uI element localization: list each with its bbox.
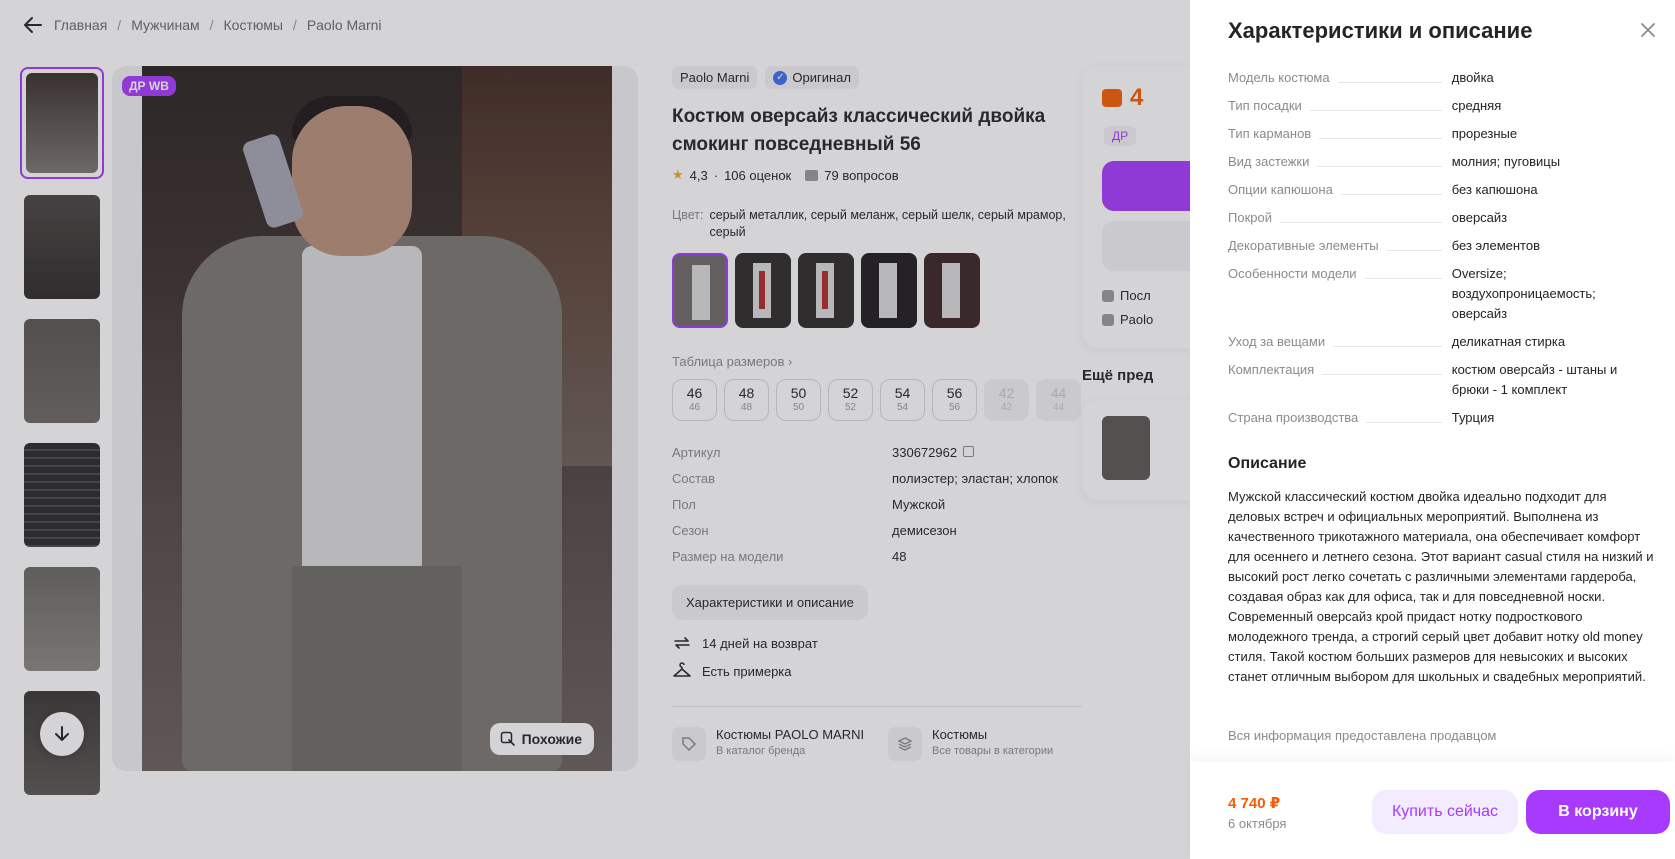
characteristics-list: Модель костюма двойка Тип посадки средняя … — [1228, 68, 1648, 436]
add-to-cart-button[interactable]: В корзину — [1526, 790, 1670, 834]
char-row: Уход за вещами деликатная стирка — [1228, 332, 1648, 352]
close-icon[interactable] — [1638, 20, 1662, 44]
char-row: Особенности модели Oversize; воздухопрони… — [1228, 264, 1596, 321]
seller-note: Вся информация предоставлена продавцом — [1228, 728, 1497, 743]
drawer-title: Характеристики и описание — [1228, 18, 1533, 43]
char-row: Тип посадки средняя — [1228, 96, 1648, 116]
footer-price: 4 740 ₽ — [1228, 795, 1281, 812]
char-row: Опции капюшона без капюшона — [1228, 180, 1648, 200]
char-row: Модель костюма двойка — [1228, 68, 1648, 88]
delivery-date: 6 октября — [1228, 816, 1287, 831]
details-drawer: Характеристики и описание Модель костюма… — [1190, 0, 1675, 859]
char-row: Покрой оверсайз — [1228, 208, 1648, 228]
description-heading: Описание — [1228, 455, 1307, 472]
char-row: Страна производства Турция — [1228, 408, 1648, 428]
description-text: Мужской классический костюм двойка идеал… — [1228, 489, 1654, 684]
char-row: Комплектация костюм оверсайз - штаны и бр… — [1228, 360, 1618, 397]
char-row: Тип карманов прорезные — [1228, 124, 1648, 144]
drawer-footer: 4 740 ₽ 6 октября Купить сейчас В корзин… — [1190, 762, 1675, 859]
overlay-backdrop[interactable] — [0, 0, 1190, 859]
buy-now-button[interactable]: Купить сейчас — [1372, 790, 1518, 834]
char-row: Декоративные элементы без элементов — [1228, 236, 1648, 256]
char-row: Вид застежки молния; пуговицы — [1228, 152, 1648, 172]
